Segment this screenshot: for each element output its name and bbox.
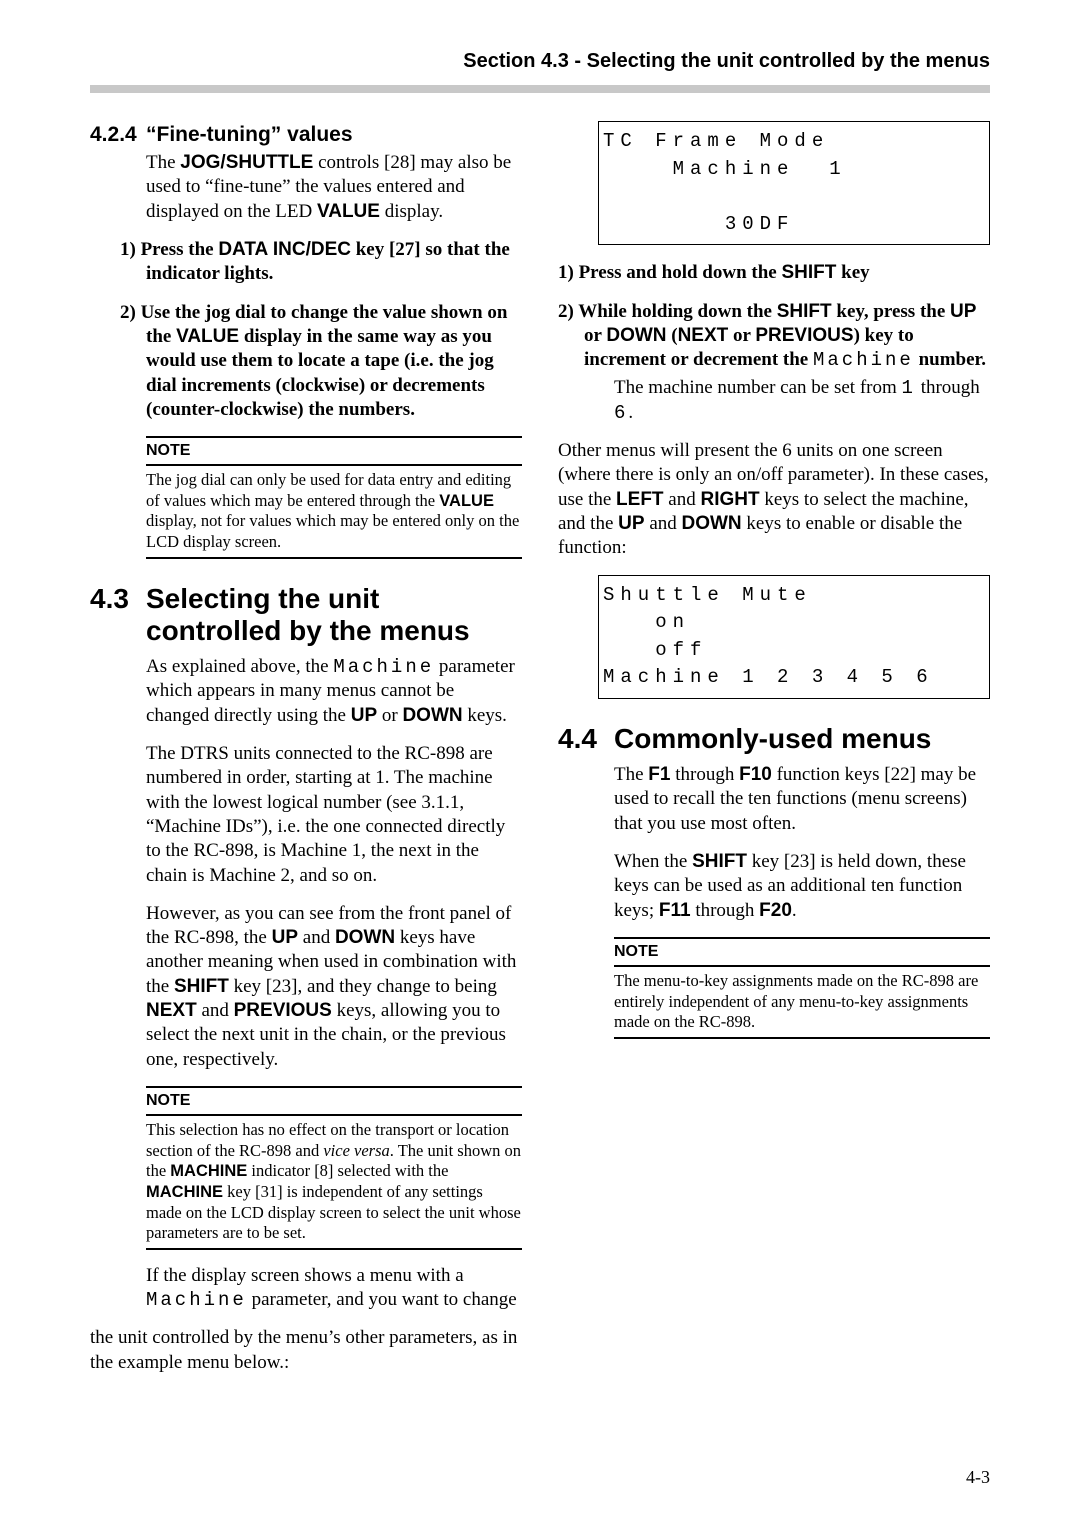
body-text: the unit controlled by the menu’s other … <box>90 1326 522 1375</box>
body-text: Other menus will present the 6 units on … <box>558 439 990 561</box>
lcd-display-1: TC Frame Mode Machine 1 30DF <box>598 121 990 245</box>
heading-4-3: 4.3Selecting the unit controlled by the … <box>90 583 522 647</box>
step-2-sub: The machine number can be set from 1 thr… <box>614 376 990 425</box>
body-text: The DTRS units connected to the RC-898 a… <box>146 742 522 888</box>
step-2: 2) Use the jog dial to change the value … <box>120 301 522 423</box>
body-text: If the display screen shows a menu with … <box>146 1264 522 1313</box>
page-header: Section 4.3 - Selecting the unit control… <box>90 50 990 79</box>
body-text: As explained above, the Machine paramete… <box>146 655 522 728</box>
lcd-display-2: Shuttle Mute on off Machine 1 2 3 4 5 6 <box>598 575 990 699</box>
content-columns: 4.2.4“Fine-tuning” values The JOG/SHUTTL… <box>90 121 990 1391</box>
body-text: When the SHIFT key [23] is held down, th… <box>614 850 990 923</box>
step-1: 1) Press and hold down the SHIFT key <box>558 261 990 285</box>
note-block: NOTE This selection has no effect on the… <box>146 1086 522 1250</box>
header-rule <box>90 85 990 93</box>
note-block: NOTE The jog dial can only be used for d… <box>146 436 522 559</box>
note-block: NOTE The menu-to-key assignments made on… <box>614 937 990 1039</box>
heading-4-2-4: 4.2.4“Fine-tuning” values <box>90 123 522 147</box>
page-number: 4-3 <box>966 1467 990 1488</box>
heading-4-4: 4.4Commonly-used menus <box>558 723 990 755</box>
step-1: 1) Press the DATA INC/DEC key [27] so th… <box>120 238 522 287</box>
body-text: The JOG/SHUTTLE controls [28] may also b… <box>146 151 522 224</box>
body-text: The F1 through F10 function keys [22] ma… <box>614 763 990 836</box>
body-text: However, as you can see from the front p… <box>146 902 522 1072</box>
step-2: 2) While holding down the SHIFT key, pre… <box>558 300 990 373</box>
document-page: Section 4.3 - Selecting the unit control… <box>0 0 1080 1528</box>
